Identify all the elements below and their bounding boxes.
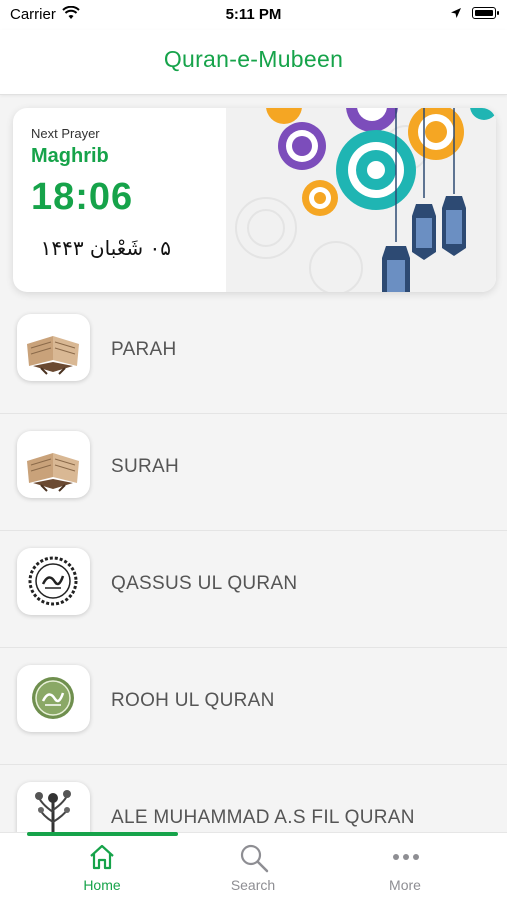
menu-item-qassus-ul-quran[interactable]: QASSUS UL QURAN <box>0 531 507 648</box>
menu-item-label: PARAH <box>111 339 177 360</box>
navigation-bar: Quran-e-Mubeen <box>0 30 507 95</box>
home-icon <box>90 844 114 870</box>
more-icon <box>393 854 419 860</box>
quran-book-icon <box>17 314 90 381</box>
calligraphy-seal-green-icon <box>17 665 90 732</box>
menu-item-rooh-ul-quran[interactable]: ROOH UL QURAN <box>0 648 507 765</box>
menu-item-surah[interactable]: SURAH <box>0 414 507 531</box>
tab-label: Search <box>230 877 276 893</box>
menu-item-parah[interactable]: PARAH <box>0 297 507 414</box>
menu-item-label: ROOH UL QURAN <box>111 690 275 711</box>
tab-label: Home <box>83 877 121 893</box>
search-icon <box>240 844 269 873</box>
next-prayer-card[interactable]: Next Prayer Maghrib 18:06 ۰۵ شَعْبان ۱۴۴… <box>13 108 496 292</box>
next-prayer-label: Next Prayer <box>31 126 100 141</box>
menu-item-label: QASSUS UL QURAN <box>111 573 298 594</box>
tab-home[interactable]: Home <box>52 833 152 901</box>
quran-book-icon <box>17 431 90 498</box>
status-bar: Carrier 5:11 PM <box>0 0 507 30</box>
calligraphy-seal-icon <box>17 548 90 615</box>
hijri-date: ۰۵ شَعْبان ۱۴۴۳ <box>40 236 171 260</box>
islamic-ornament-decoration <box>226 108 496 292</box>
location-arrow-icon <box>451 8 461 18</box>
tab-bar: Home Search More <box>0 832 507 901</box>
prayer-name: Maghrib <box>31 145 109 167</box>
status-time: 5:11 PM <box>225 6 282 23</box>
app-title: Quran-e-Mubeen <box>163 46 344 72</box>
menu-item-label: SURAH <box>111 456 180 477</box>
tab-label: More <box>389 877 421 893</box>
tab-search[interactable]: Search <box>203 833 303 901</box>
battery-icon <box>472 7 499 19</box>
menu-item-label: ALE MUHAMMAD A.S FIL QURAN <box>111 807 415 828</box>
prayer-time: 18:06 <box>31 176 134 218</box>
menu-list: PARAH SURAH QASSUS UL QURAN ROOH UL QURA… <box>0 297 507 882</box>
tab-more[interactable]: More <box>355 833 455 901</box>
